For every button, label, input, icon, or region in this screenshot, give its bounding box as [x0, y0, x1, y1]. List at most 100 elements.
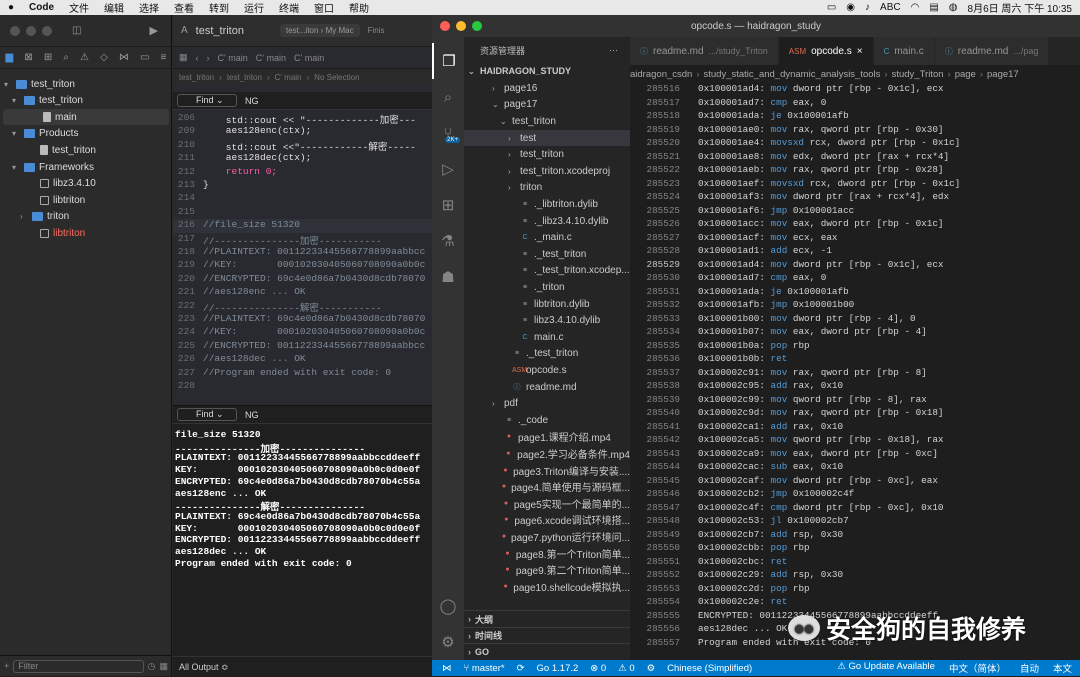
editor-tab[interactable]: ASM opcode.s × — [778, 37, 874, 65]
tree-item[interactable]: › triton — [464, 180, 630, 197]
tree-item[interactable]: ● page8.第一个Triton简单... — [464, 545, 630, 562]
tree-item[interactable]: libtriton — [0, 225, 85, 241]
tree-item[interactable]: ● page5实现一个最简单的... — [464, 495, 630, 512]
menu-goto[interactable]: 转到 — [209, 0, 229, 15]
tree-item[interactable]: ≡ ._test_triton.xcodep... — [464, 263, 630, 280]
tree-item[interactable]: ● page6.xcode调试环境搭... — [464, 512, 630, 529]
go-version[interactable]: Go 1.17.2 — [537, 663, 579, 674]
tree-item[interactable]: ≡ ._test_triton — [464, 246, 630, 263]
editor-tab[interactable]: ⓘ readme.md .../study_Triton — [630, 37, 779, 65]
tree-item[interactable]: ▾ Frameworks — [0, 159, 94, 175]
breakpoint-icon[interactable]: ▭ — [140, 52, 149, 63]
tree-item[interactable]: › test_triton — [464, 146, 630, 163]
menu-select[interactable]: 选择 — [139, 0, 159, 15]
tree-item[interactable]: ● page9.第二个Triton简单... — [464, 561, 630, 578]
language-pack-icon[interactable]: ⚙ — [647, 663, 656, 674]
extensions-icon[interactable]: ⊞ — [432, 187, 464, 223]
control-center-icon[interactable]: ▤ — [929, 2, 938, 13]
menu-clock[interactable]: 8月6日 周六 下午 10:35 — [968, 0, 1072, 15]
zoom-button[interactable] — [42, 25, 52, 36]
jump-item[interactable]: C' main — [294, 53, 324, 63]
run-debug-icon[interactable]: ▷ — [432, 151, 464, 187]
search-icon[interactable]: ⌕ — [63, 52, 69, 63]
menu-file[interactable]: 文件 — [69, 0, 89, 15]
filter-input[interactable]: Filter — [13, 659, 144, 673]
tree-item[interactable]: Cmain.c — [464, 329, 630, 346]
tree-item[interactable]: ≡ ._libz3.4.10.dylib — [464, 213, 630, 230]
tree-item[interactable]: ▾ test_triton — [0, 76, 75, 92]
crumb-item[interactable]: test_triton — [227, 73, 262, 82]
find-input[interactable]: NG — [245, 410, 259, 420]
testing-icon[interactable]: ⚗ — [432, 223, 464, 259]
tree-item[interactable]: ▾ Products — [0, 126, 78, 142]
menu-edit[interactable]: 编辑 — [104, 0, 124, 15]
grid-icon[interactable]: ▦ — [159, 661, 168, 672]
find-mode-selector[interactable]: Find ⌄ — [177, 94, 237, 107]
tree-item[interactable]: › test_triton.xcodeproj — [464, 163, 630, 180]
debug-icon[interactable]: ⋈ — [119, 52, 129, 63]
scheme-selector[interactable]: test...iton › My Mac — [279, 24, 360, 37]
editor-tab[interactable]: ⓘ readme.md .../pag — [934, 37, 1050, 65]
editor-tab[interactable]: Cmain.c — [873, 37, 935, 65]
menu-app-name[interactable]: Code — [29, 2, 54, 13]
tree-item[interactable]: ● page3.Triton编译与安装.... — [464, 462, 630, 479]
search-icon[interactable]: ⌕ — [432, 79, 464, 115]
report-icon[interactable]: ≡ — [161, 52, 167, 63]
tree-item[interactable]: ▾ test_triton — [0, 93, 83, 109]
breadcrumb-item[interactable]: aidragon_csdn — [630, 69, 692, 80]
tree-item[interactable]: libz3.4.10 — [0, 176, 96, 192]
go-update[interactable]: ⚠ Go Update Available — [837, 661, 935, 675]
tree-item[interactable]: ≡ libz3.4.10.dylib — [464, 312, 630, 329]
tree-item[interactable]: ⌄ test_triton — [464, 113, 630, 130]
chevron-icon[interactable]: ▾ — [12, 163, 20, 172]
sidebar-section[interactable]: › GO — [464, 643, 630, 660]
tree-item[interactable]: ≡ ._test_triton — [464, 346, 630, 363]
sidebar-section[interactable]: › 时间线 — [464, 626, 630, 644]
tree-item[interactable]: ● page10.shellcode模拟执... — [464, 578, 630, 595]
tree-item[interactable]: › pdf — [464, 395, 630, 412]
tree-item[interactable]: ≡ ._code — [464, 412, 630, 429]
clock-icon[interactable]: ◷ — [148, 661, 156, 672]
source-control-icon[interactable]: ⊠ — [24, 52, 32, 63]
grid-icon[interactable]: ▦ — [179, 52, 188, 63]
chevron-icon[interactable]: ▾ — [12, 96, 20, 105]
code-view[interactable]: 285516 0x100001ad4: mov dword ptr [rbp - … — [630, 83, 1080, 660]
minimize-button[interactable] — [26, 25, 36, 36]
crumb-item[interactable]: C' main — [275, 73, 302, 82]
warning-count[interactable]: ⚠ 0 — [618, 663, 634, 674]
tree-item[interactable]: ≡ libtriton.dylib — [464, 296, 630, 313]
tree-item[interactable]: main — [3, 109, 169, 126]
find-mode-selector[interactable]: Find ⌄ — [177, 408, 237, 421]
source-control-icon[interactable]: ⑂ 2K+ — [432, 115, 464, 151]
find-input[interactable]: NG — [245, 96, 259, 106]
menu-help[interactable]: 帮助 — [349, 0, 369, 15]
chevron-icon[interactable]: ▾ — [12, 129, 20, 138]
tree-item[interactable]: ● page1.课程介绍.mp4 — [464, 429, 630, 446]
menu-terminal[interactable]: 终端 — [279, 0, 299, 15]
close-button[interactable] — [10, 25, 20, 36]
tree-item[interactable]: ⓘ readme.md — [464, 379, 630, 396]
forward-icon[interactable]: › — [207, 53, 210, 63]
tree-item[interactable]: ● page7.python运行环境问... — [464, 528, 630, 545]
crumb-item[interactable]: test_triton — [179, 73, 214, 82]
alien-icon[interactable]: ☗ — [432, 259, 464, 295]
crumb-item[interactable]: No Selection — [314, 73, 359, 82]
menu-run[interactable]: 运行 — [244, 0, 264, 15]
chevron-icon[interactable]: ▾ — [4, 80, 12, 89]
breadcrumb-item[interactable]: page — [955, 69, 976, 80]
locale[interactable]: 中文（简体） — [949, 661, 1006, 675]
mode[interactable]: 自动 — [1020, 661, 1039, 675]
symbol-icon[interactable]: ⊞ — [44, 52, 52, 63]
tree-item[interactable]: › triton — [0, 209, 69, 225]
close-icon[interactable]: × — [857, 46, 863, 57]
minimize-button[interactable] — [456, 21, 466, 31]
language-mode[interactable]: 本文 — [1053, 661, 1072, 675]
zoom-button[interactable] — [472, 21, 482, 31]
siri-icon[interactable]: ◍ — [949, 2, 958, 13]
back-icon[interactable]: ‹ — [196, 53, 199, 63]
jump-item[interactable]: C' main — [256, 53, 286, 63]
sidebar-toggle-icon[interactable]: ◫ — [72, 25, 81, 36]
menu-window[interactable]: 窗口 — [314, 0, 334, 15]
test-icon[interactable]: ◇ — [100, 52, 108, 63]
explorer-icon[interactable]: ❐ — [432, 43, 464, 79]
